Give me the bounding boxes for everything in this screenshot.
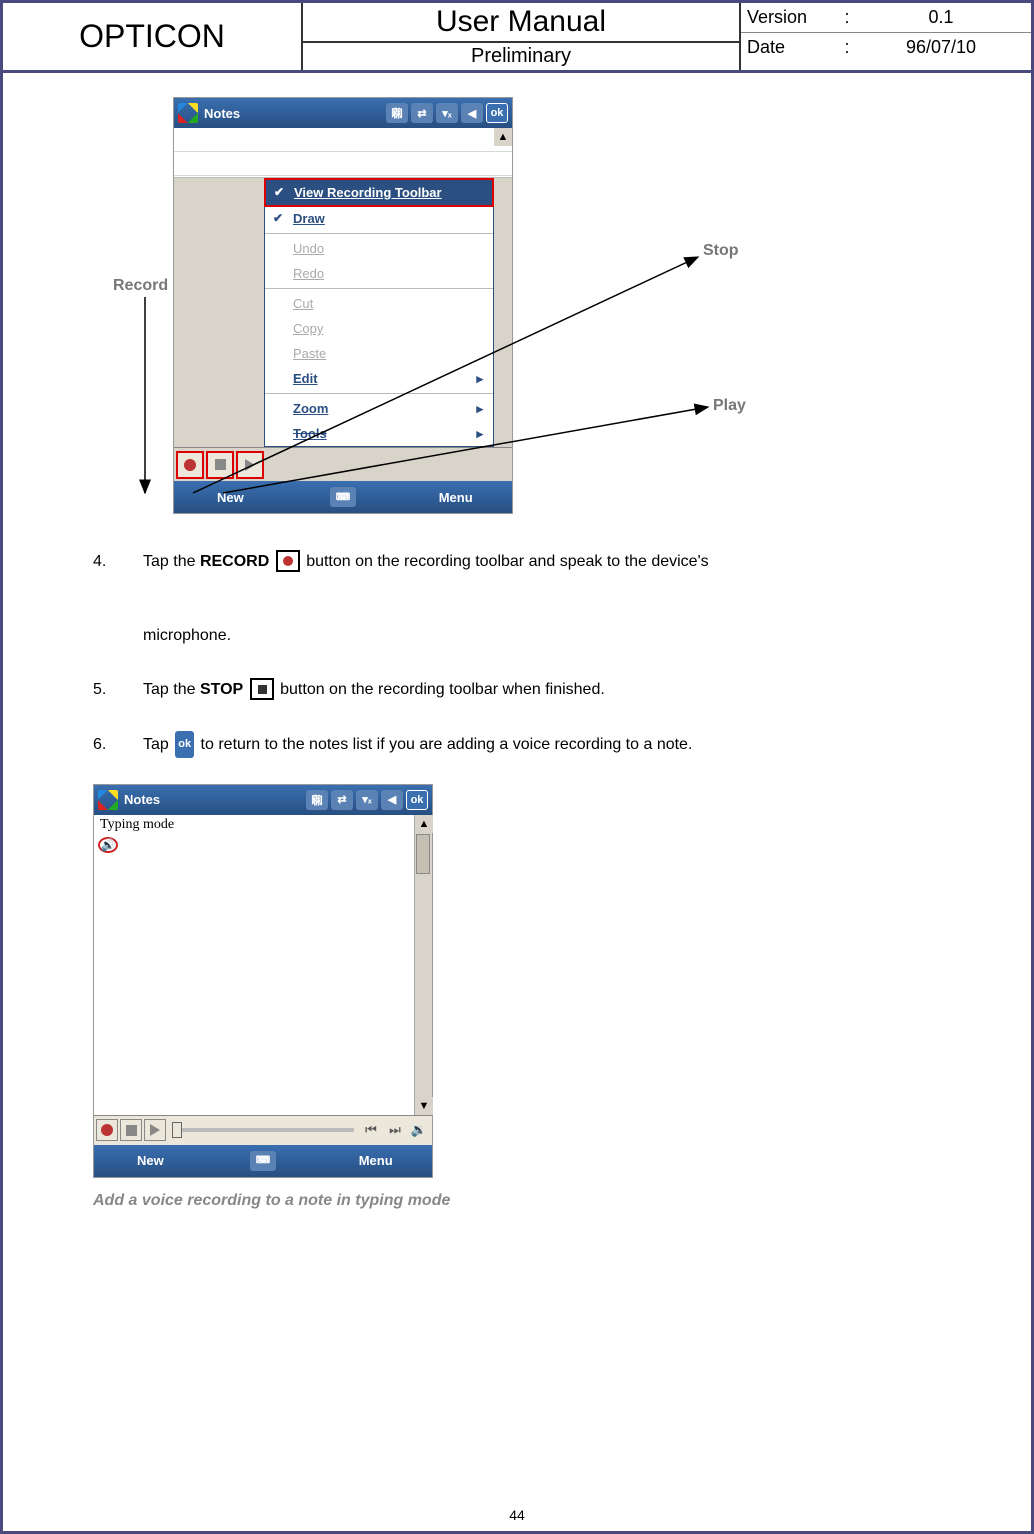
menu-paste: Paste — [265, 341, 493, 366]
app-title: Notes — [124, 792, 300, 807]
menu-softkey[interactable]: Menu — [399, 490, 512, 505]
context-menu: View Recording Toolbar Draw Undo Redo Cu… — [264, 178, 494, 447]
connectivity-icon[interactable]: ⇄ — [331, 790, 353, 810]
recording-toolbar — [174, 447, 512, 481]
record-icon — [101, 1124, 113, 1136]
scroll-up-icon[interactable]: ▲ — [494, 128, 512, 146]
menu-copy: Copy — [265, 316, 493, 341]
stop-icon — [215, 459, 226, 470]
volume-icon[interactable]: ◀ — [381, 790, 403, 810]
new-softkey[interactable]: New — [174, 490, 287, 505]
play-icon — [245, 459, 255, 471]
ime-icon[interactable]: ㍼ — [306, 790, 328, 810]
record-button[interactable] — [176, 451, 204, 479]
play-icon — [150, 1124, 160, 1136]
date-label: Date — [747, 37, 837, 58]
windows-logo-icon — [98, 790, 118, 810]
step-4: 4. Tap the RECORD button on the recordin… — [93, 544, 941, 654]
new-softkey[interactable]: New — [94, 1153, 207, 1168]
app-title: Notes — [204, 106, 380, 121]
playback-slider[interactable] — [172, 1128, 354, 1132]
bottom-bar: New ⌨ Menu — [94, 1145, 432, 1177]
callout-record: Record — [113, 277, 168, 295]
step-6: 6. Tap ok to return to the notes list if… — [93, 727, 941, 764]
figure-caption: Add a voice recording to a note in typin… — [93, 1192, 941, 1210]
notes-app-screenshot-1: Notes ㍼ ⇄ ▾ₓ ◀ ok ▲ View Recording Toolb… — [173, 97, 513, 514]
menu-edit[interactable]: Edit▸ — [265, 366, 493, 391]
callout-stop: Stop — [703, 242, 739, 260]
doc-title: User Manual — [303, 3, 739, 43]
signal-icon[interactable]: ▾ₓ — [436, 103, 458, 123]
ok-button[interactable]: ok — [406, 790, 428, 810]
callout-play: Play — [713, 397, 746, 415]
menu-view-recording-toolbar[interactable]: View Recording Toolbar — [264, 178, 494, 207]
brand: OPTICON — [3, 3, 303, 70]
scroll-thumb[interactable] — [416, 834, 430, 874]
play-button[interactable] — [236, 451, 264, 479]
ok-icon-inline: ok — [175, 731, 194, 758]
version-label: Version — [747, 7, 837, 28]
vertical-scrollbar[interactable]: ▲ ▼ — [414, 815, 432, 1115]
skip-prev-icon[interactable]: ⏮ — [360, 1119, 382, 1141]
signal-icon[interactable]: ▾ₓ — [356, 790, 378, 810]
menu-tools[interactable]: Tools▸ — [265, 421, 493, 446]
note-canvas[interactable]: ▲ — [174, 128, 512, 178]
slider-thumb[interactable] — [172, 1122, 182, 1138]
ok-button[interactable]: ok — [486, 103, 508, 123]
stop-button[interactable] — [206, 451, 234, 479]
record-button[interactable] — [96, 1119, 118, 1141]
stop-icon-inline — [250, 678, 274, 700]
record-icon-inline — [276, 550, 300, 572]
keyboard-icon[interactable]: ⌨ — [250, 1151, 276, 1171]
voice-clip-icon[interactable]: 🔊 — [98, 837, 118, 853]
speaker-icon[interactable]: 🔉 — [408, 1119, 430, 1141]
typing-mode-text: Typing mode — [94, 815, 432, 835]
figure-1: Notes ㍼ ⇄ ▾ₓ ◀ ok ▲ View Recording Toolb… — [133, 97, 893, 514]
record-icon — [184, 459, 196, 471]
skip-next-icon[interactable]: ⏭ — [384, 1119, 406, 1141]
page-header: OPTICON User Manual Preliminary Version … — [3, 3, 1031, 73]
stop-button[interactable] — [120, 1119, 142, 1141]
date-value: 96/07/10 — [857, 37, 1025, 58]
menu-cut: Cut — [265, 291, 493, 316]
bottom-bar: New ⌨ Menu — [174, 481, 512, 513]
scroll-up-icon[interactable]: ▲ — [415, 815, 433, 833]
recording-toolbar: ⏮ ⏭ 🔉 — [94, 1115, 432, 1145]
doc-subtitle: Preliminary — [303, 43, 739, 70]
menu-undo: Undo — [265, 236, 493, 261]
volume-icon[interactable]: ◀ — [461, 103, 483, 123]
keyboard-icon[interactable]: ⌨ — [330, 487, 356, 507]
connectivity-icon[interactable]: ⇄ — [411, 103, 433, 123]
play-button[interactable] — [144, 1119, 166, 1141]
instruction-list: 4. Tap the RECORD button on the recordin… — [93, 544, 941, 764]
windows-logo-icon — [178, 103, 198, 123]
stop-icon — [126, 1125, 137, 1136]
notes-app-screenshot-2: Notes ㍼ ⇄ ▾ₓ ◀ ok Typing mode 🔊 ▲ ▼ — [93, 784, 433, 1178]
note-canvas[interactable]: Typing mode 🔊 ▲ ▼ — [94, 815, 432, 1115]
scroll-down-icon[interactable]: ▼ — [415, 1097, 433, 1115]
version-value: 0.1 — [857, 7, 1025, 28]
menu-softkey[interactable]: Menu — [319, 1153, 432, 1168]
step-5: 5. Tap the STOP button on the recording … — [93, 672, 941, 709]
menu-zoom[interactable]: Zoom▸ — [265, 396, 493, 421]
menu-redo: Redo — [265, 261, 493, 286]
page-number: 44 — [3, 1507, 1031, 1523]
ime-icon[interactable]: ㍼ — [386, 103, 408, 123]
menu-draw[interactable]: Draw — [265, 206, 493, 231]
